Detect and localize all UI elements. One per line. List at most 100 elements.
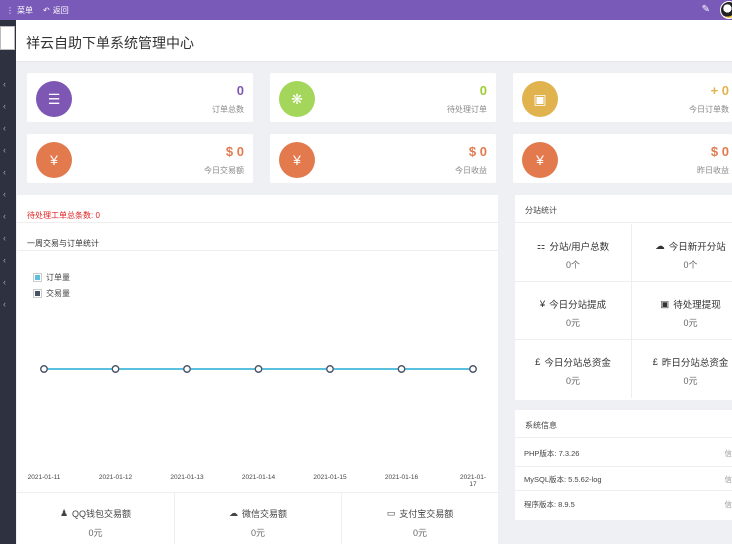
stat-label: 昨日收益 [697,166,729,175]
stat-yesterday-substation-funds: £ 昨日分站总资金 0元 [632,340,732,398]
panel-heading-text: 分站统计 [525,206,557,215]
top-navbar: ⋮ 菜单 ↶ 返回 ✎ [0,0,732,20]
x-tick-label: 2021-01-15 [313,474,347,481]
stat-label: 今日分站提成 [549,300,607,311]
stat-label: 微信交易额 [241,509,287,519]
yen-icon: ¥ [279,142,315,178]
stat-qq-wallet: ♟ QQ钱包交易额 0元 [17,492,175,544]
stat-wechat: ☁ 微信交易额 0元 [175,492,342,544]
sidebar: ‹ ‹ ‹ ‹ ‹ ‹ ‹ ‹ ‹ ‹ ‹ [0,20,16,544]
stat-label: 今日收益 [455,166,487,175]
stat-value: $ 0 [225,144,244,159]
stat-value: 0元 [412,528,427,538]
legend-swatch [33,289,42,298]
sysinfo-tag: 信 [724,449,732,458]
x-tick-label: 2021-01-13 [170,474,204,481]
stat-label: 今日订单数 [689,105,729,114]
page-header: 祥云自助下单系统管理中心 [16,20,732,62]
legend-item[interactable]: 订单量 [33,272,70,283]
chevron-left-icon[interactable]: ‹ [3,123,6,133]
stat-substation-commission: ¥ 今日分站提成 0元 [515,282,632,340]
back-arrow-icon: ↶ [43,5,50,15]
wechat-icon: ☁ [228,508,238,518]
briefcase-icon: ▣ [522,81,558,117]
avatar[interactable] [720,1,732,19]
data-point[interactable] [397,365,406,373]
stat-card-pending: ❋ 0 待处理订单 [270,73,496,122]
yen-icon: ¥ [36,142,72,178]
stat-label: 分站/用户总数 [549,242,610,253]
stat-value: 0个 [565,260,580,270]
menu-toggle[interactable]: ⋮ 菜单 [6,5,33,16]
stat-value: $ 0 [468,144,487,159]
stat-card-yesterday-income: ¥ $ 0 昨日收益 [513,134,732,183]
sysinfo-row: MySQL版本: 5.5.62-log 信 [524,474,732,485]
x-tick-label: 2021-01-16 [384,474,419,481]
x-tick-label: 2021-01-17 [459,474,487,488]
list-icon: ☰ [36,81,72,117]
x-tick-label: 2021-01-12 [98,474,133,481]
legend-item[interactable]: 交易量 [33,288,70,299]
pending-ticket-text[interactable]: 待处理工单总条数: 0 [27,211,100,220]
menu-label: 菜单 [17,5,33,15]
money-icon: ▣ [660,298,670,310]
chevron-left-icon[interactable]: ‹ [3,145,6,155]
stat-pending-withdraw: ▣ 待处理提现 0元 [632,282,732,340]
legend-swatch [33,273,42,282]
chevron-left-icon[interactable]: ‹ [3,299,6,309]
stat-value: 0元 [88,528,103,538]
chevron-left-icon[interactable]: ‹ [3,101,6,111]
data-point[interactable] [469,365,477,373]
yen-icon: ¥ [522,142,558,178]
stat-label: 今日交易额 [204,166,244,175]
sidebar-search-box[interactable] [0,26,15,50]
stat-label: 订单总数 [212,105,244,114]
stat-new-substation: ☁ 今日新开分站 0个 [632,224,732,282]
stat-label: QQ钱包交易额 [72,509,132,519]
stat-label: 今日新开分站 [668,242,726,253]
sitemap-icon: ⚏ [536,240,546,252]
data-point[interactable] [40,365,48,373]
back-link[interactable]: ↶ 返回 [43,5,69,16]
stat-value: 0 [236,83,244,98]
stat-value: 0元 [683,318,698,328]
chevron-left-icon[interactable]: ‹ [3,167,6,177]
chevron-left-icon[interactable]: ‹ [3,189,6,199]
stat-substation-users: ⚏ 分站/用户总数 0个 [515,224,632,282]
stat-value: 0元 [250,528,265,538]
sysinfo-row: PHP版本: 7.3.26 信 [524,448,732,459]
stat-label: 昨日分站总资金 [661,358,729,369]
chevron-left-icon[interactable]: ‹ [3,233,6,243]
back-label: 返回 [52,5,69,15]
menu-icon: ⋮ [6,5,14,15]
chevron-left-icon[interactable]: ‹ [3,277,6,287]
stat-label: 今日分站总资金 [544,358,611,369]
chevron-left-icon[interactable]: ‹ [3,211,6,221]
chevron-left-icon[interactable]: ‹ [3,255,6,265]
data-point[interactable] [254,365,263,373]
stat-card-orders: ☰ 0 订单总数 [27,73,253,122]
x-tick-label: 2021-01-14 [241,474,276,481]
stat-value: $ 0 [710,144,729,159]
stat-value: 0元 [683,376,698,386]
system-info-panel: 系统信息 PHP版本: 7.3.26 信 MySQL版本: 5.5.62-log… [515,410,732,520]
data-point[interactable] [111,365,120,373]
divider [515,466,732,467]
pound-icon: £ [535,356,541,368]
stat-card-today-orders: ▣ + 0 今日订单数 [513,73,732,122]
data-point[interactable] [326,365,334,373]
chart-heading: 一周交易与订单统计 [27,239,99,248]
stat-card-today-trade: ¥ $ 0 今日交易额 [27,134,253,183]
stat-value: 0个 [683,260,698,270]
page-title: 祥云自助下单系统管理中心 [26,35,194,51]
wrench-icon[interactable]: ✎ [702,4,710,15]
credit-card-icon: ▭ [386,508,396,518]
stat-alipay: ▭ 支付宝交易额 0元 [342,492,498,544]
data-point[interactable] [183,365,191,373]
divider [515,490,732,491]
stat-value: + 0 [710,83,729,98]
legend-label: 交易量 [46,289,70,298]
chevron-left-icon[interactable]: ‹ [3,79,6,89]
stat-card-today-income: ¥ $ 0 今日收益 [270,134,496,183]
cloud-icon: ☁ [655,240,665,252]
